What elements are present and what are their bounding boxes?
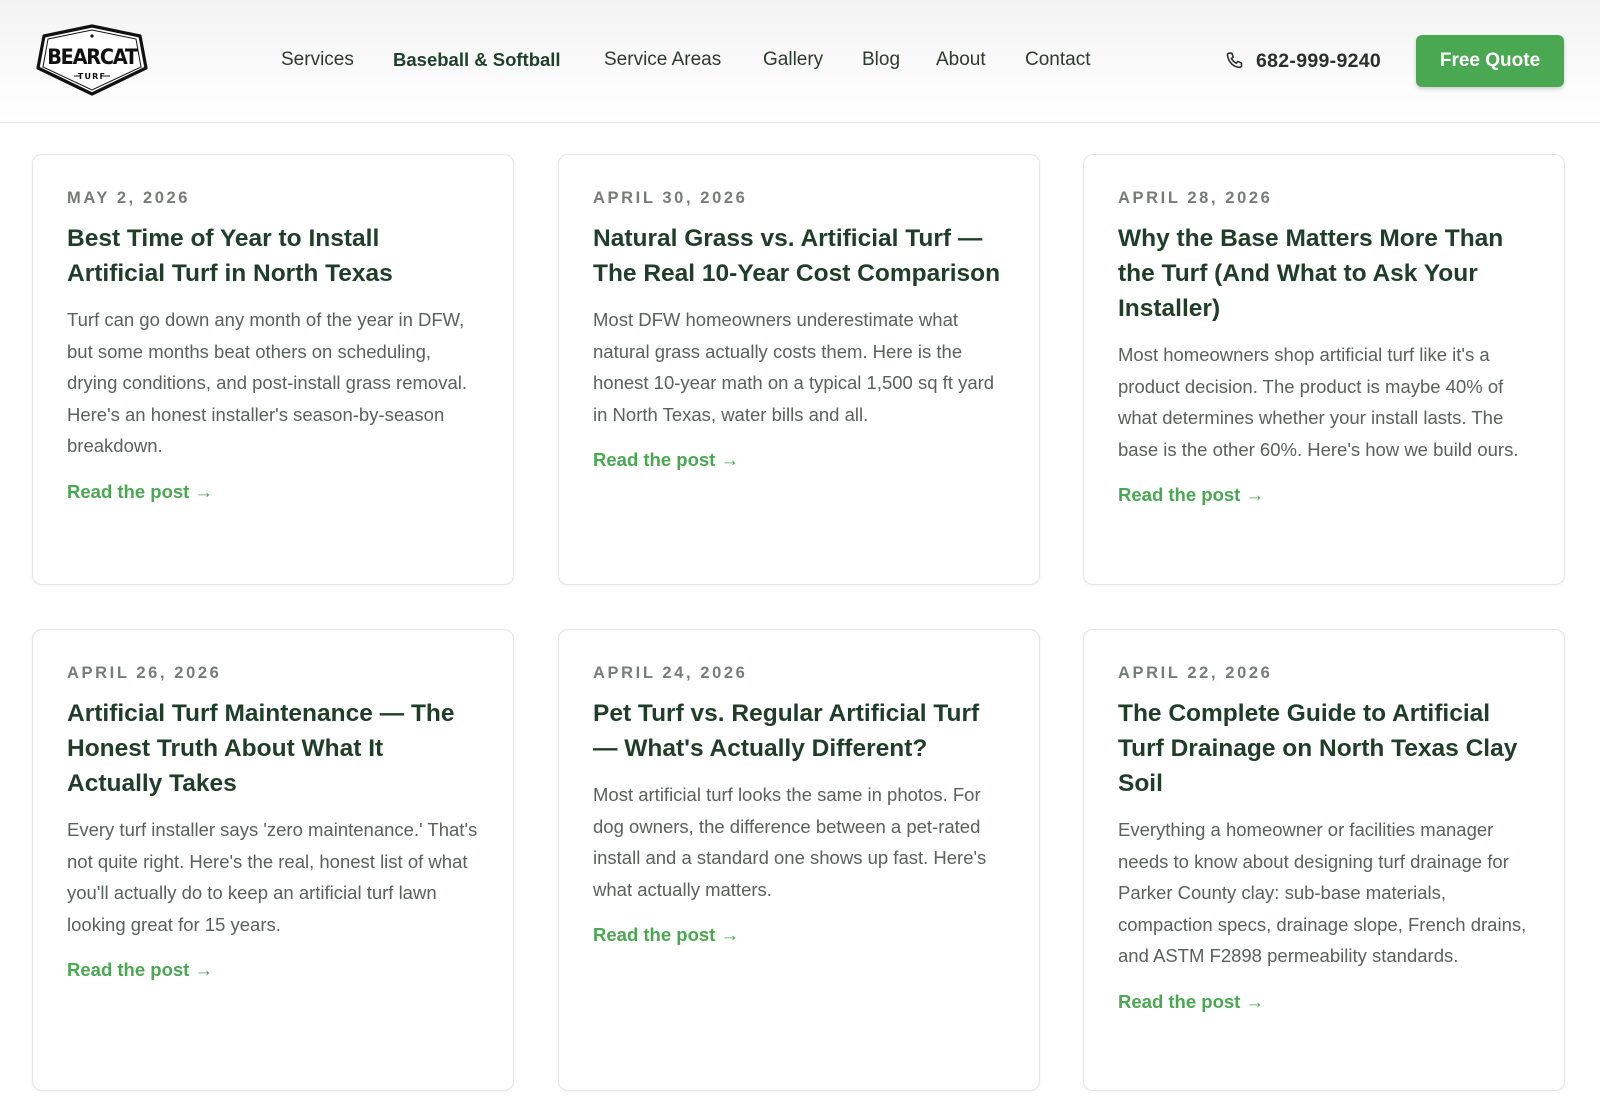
post-title[interactable]: The Complete Guide to Artificial Turf Dr… [1118, 696, 1531, 801]
logo-wordmark: BEARCAT [47, 45, 138, 69]
post-date: April 26, 2026 [67, 664, 222, 682]
nav-about[interactable]: About [936, 49, 986, 71]
post-date: April 28, 2026 [1118, 189, 1273, 207]
post-date: April 22, 2026 [1118, 664, 1273, 682]
post-title[interactable]: Natural Grass vs. Artificial Turf — The … [593, 221, 1006, 291]
nav-contact[interactable]: Contact [1025, 49, 1090, 71]
post-excerpt: Every turf installer says 'zero maintena… [67, 819, 478, 935]
read-post-link[interactable]: Read the post → [67, 959, 213, 981]
post-excerpt: Most DFW homeowners underestimate what n… [593, 309, 995, 425]
site-header: BEARCAT TURF Services Baseball & Softbal… [0, 0, 1600, 123]
post-title[interactable]: Pet Turf vs. Regular Artificial Turf — W… [593, 696, 1006, 766]
read-post-link[interactable]: Read the post → [593, 449, 739, 471]
post-excerpt: Turf can go down any month of the year i… [67, 309, 467, 457]
read-post-link[interactable]: Read the post → [593, 924, 739, 946]
post-title[interactable]: Best Time of Year to Install Artificial … [67, 221, 480, 291]
post-date: April 30, 2026 [593, 189, 748, 207]
nav-services[interactable]: Services [281, 49, 354, 71]
post-excerpt: Most homeowners shop artificial turf lik… [1118, 344, 1519, 460]
read-post-link[interactable]: Read the post → [1118, 484, 1264, 506]
post-title[interactable]: Artificial Turf Maintenance — The Honest… [67, 696, 480, 801]
free-quote-button[interactable]: Free Quote [1416, 35, 1564, 87]
read-post-link[interactable]: Read the post → [1118, 991, 1264, 1013]
phone-link[interactable]: 682-999-9240 [1224, 48, 1381, 74]
nav-blog[interactable]: Blog [862, 49, 900, 71]
post-date: April 24, 2026 [593, 664, 748, 682]
blog-card[interactable]: May 2, 2026 Best Time of Year to Install… [32, 154, 514, 585]
logo-subword: TURF [77, 72, 107, 81]
blog-card[interactable]: April 30, 2026 Natural Grass vs. Artific… [558, 154, 1040, 585]
nav-service-areas[interactable]: Service Areas [604, 49, 721, 71]
phone-number: 682-999-9240 [1256, 49, 1382, 72]
blog-card[interactable]: April 26, 2026 Artificial Turf Maintenan… [32, 629, 514, 1091]
nav-gallery[interactable]: Gallery [763, 49, 823, 71]
blog-card[interactable]: April 28, 2026 Why the Base Matters More… [1083, 154, 1565, 585]
bearcat-turf-logo[interactable]: BEARCAT TURF [34, 24, 150, 98]
nav-baseball-softball[interactable]: Baseball & Softball [393, 49, 561, 71]
post-date: May 2, 2026 [67, 189, 191, 207]
blog-card[interactable]: April 22, 2026 The Complete Guide to Art… [1083, 629, 1565, 1091]
post-excerpt: Most artificial turf looks the same in p… [593, 784, 987, 900]
post-title[interactable]: Why the Base Matters More Than the Turf … [1118, 221, 1531, 326]
read-post-link[interactable]: Read the post → [67, 481, 213, 503]
blog-card[interactable]: April 24, 2026 Pet Turf vs. Regular Arti… [558, 629, 1040, 1091]
phone-icon [1226, 52, 1243, 69]
post-excerpt: Everything a homeowner or facilities man… [1118, 819, 1527, 967]
